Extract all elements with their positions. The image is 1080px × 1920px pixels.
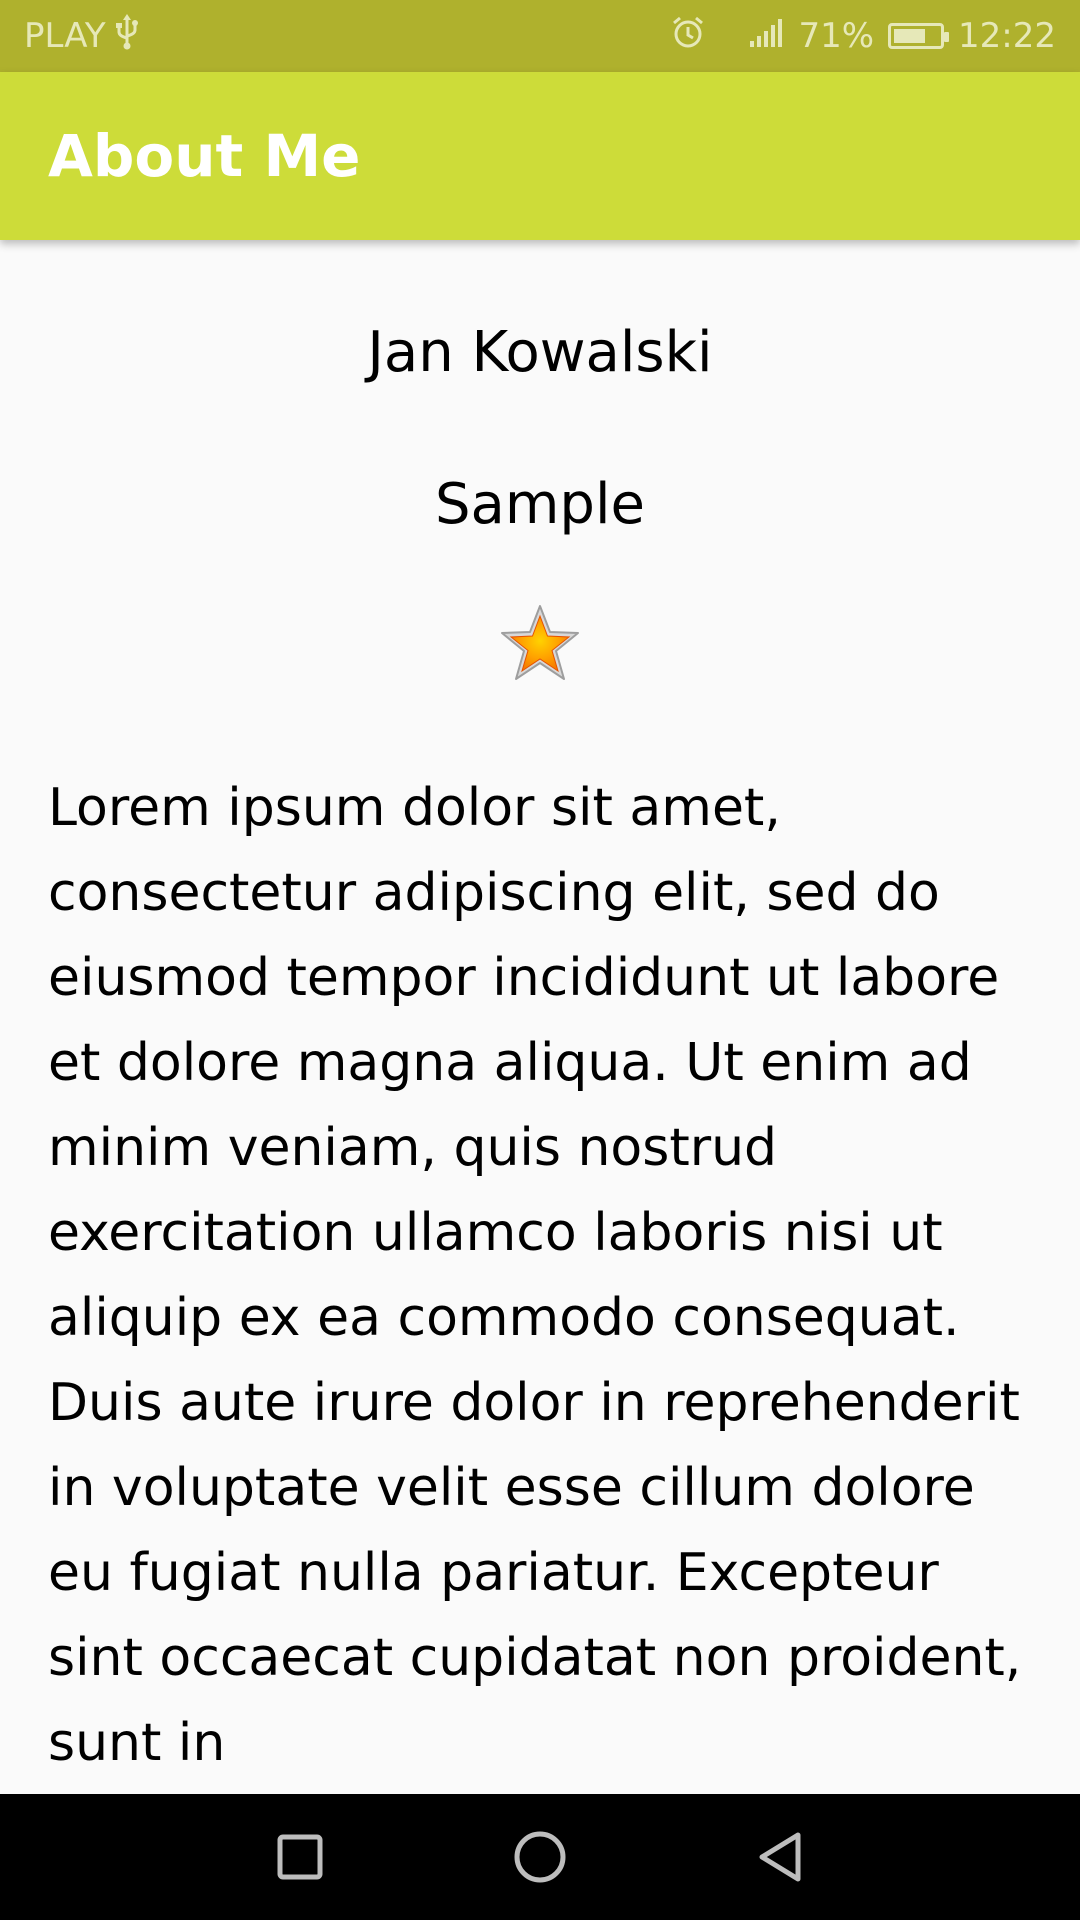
app-bar: About Me (0, 72, 1080, 240)
battery-level (894, 29, 926, 43)
profile-name: Jan Kowalski (367, 320, 713, 385)
alarm-icon (670, 14, 706, 59)
status-right: 71% 12:22 (670, 0, 1056, 72)
home-icon[interactable] (510, 1827, 570, 1887)
bio-text: Lorem ipsum dolor sit amet, consectetur … (48, 778, 1022, 1773)
page-title: About Me (48, 122, 361, 190)
recents-icon[interactable] (270, 1827, 330, 1887)
star-icon[interactable] (496, 600, 584, 688)
back-icon[interactable] (750, 1827, 810, 1887)
navigation-bar (0, 1794, 1080, 1920)
profile-nickname: Sample (435, 472, 645, 537)
carrier-label: PLAY (24, 16, 106, 56)
signal-icon (750, 16, 784, 56)
clock: 12:22 (958, 16, 1056, 56)
battery-icon (888, 23, 950, 49)
about-content: Jan Kowalski Sample Lorem ipsum dolor si… (0, 240, 1080, 1794)
status-bar: PLAY 71% 12:22 (0, 0, 1080, 72)
battery-percent: 71% (798, 16, 875, 56)
usb-icon (114, 13, 140, 59)
status-left: PLAY (24, 0, 140, 72)
